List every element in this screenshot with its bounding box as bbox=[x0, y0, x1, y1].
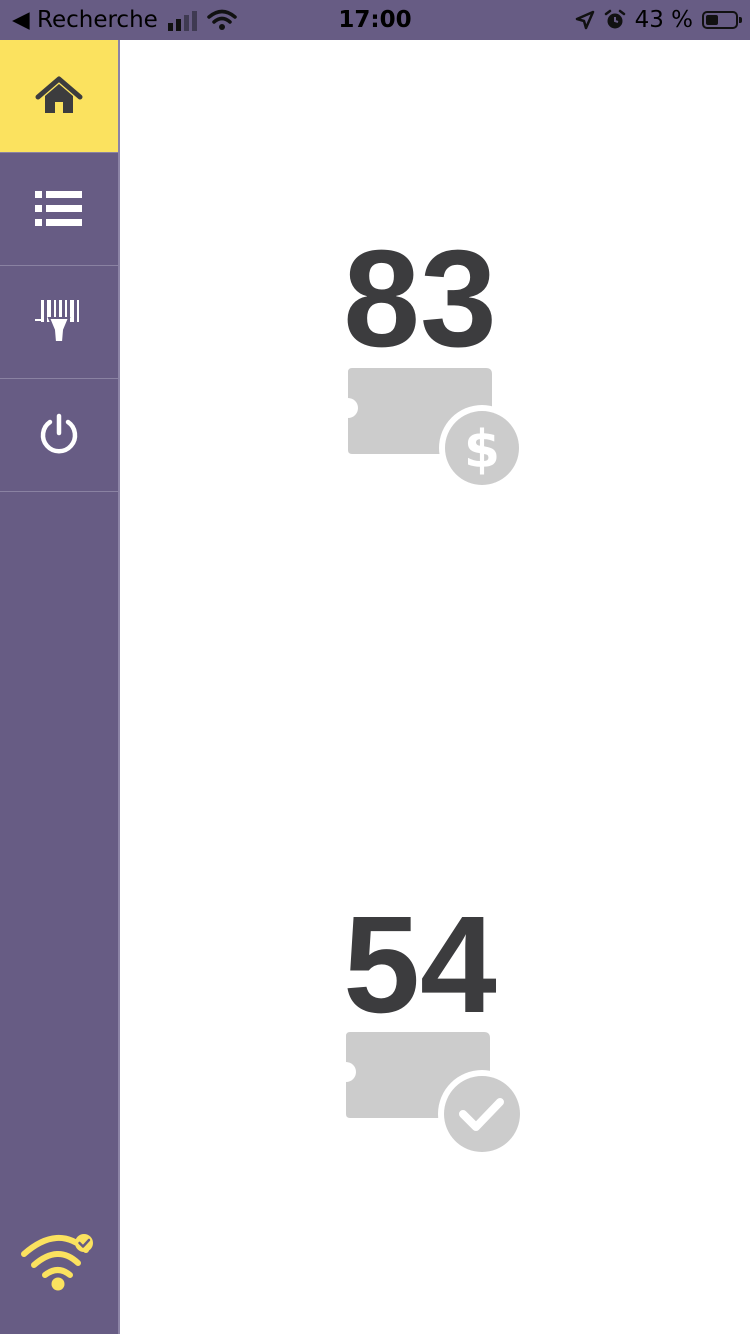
status-bar: ◀ Recherche 17:00 43 % bbox=[0, 0, 750, 40]
sidebar-item-logout[interactable] bbox=[0, 379, 118, 492]
power-icon bbox=[40, 413, 78, 454]
sidebar-item-home[interactable] bbox=[0, 40, 118, 153]
wifi-connected-icon bbox=[21, 1234, 93, 1291]
svg-text:$: $ bbox=[464, 420, 500, 480]
home-icon bbox=[35, 76, 83, 113]
battery-percentage: 43 % bbox=[634, 7, 693, 33]
list-icon bbox=[35, 191, 82, 226]
barcode-scanner-icon bbox=[35, 300, 79, 343]
sidebar-item-list[interactable] bbox=[0, 153, 118, 266]
dashboard-main: 83 $ 54 bbox=[120, 40, 750, 1334]
alarm-clock-icon bbox=[604, 9, 625, 29]
sidebar-item-scanner[interactable] bbox=[0, 266, 118, 379]
ticket-check-icon bbox=[346, 1032, 526, 1158]
paid-tickets-count: 83 bbox=[343, 222, 497, 376]
validated-tickets-count: 54 bbox=[343, 888, 497, 1042]
ticket-dollar-icon: $ bbox=[348, 368, 525, 491]
location-arrow-icon bbox=[575, 10, 594, 30]
battery-level-fill bbox=[706, 15, 718, 25]
sidebar-nav bbox=[0, 40, 120, 1334]
battery-icon bbox=[702, 11, 742, 29]
